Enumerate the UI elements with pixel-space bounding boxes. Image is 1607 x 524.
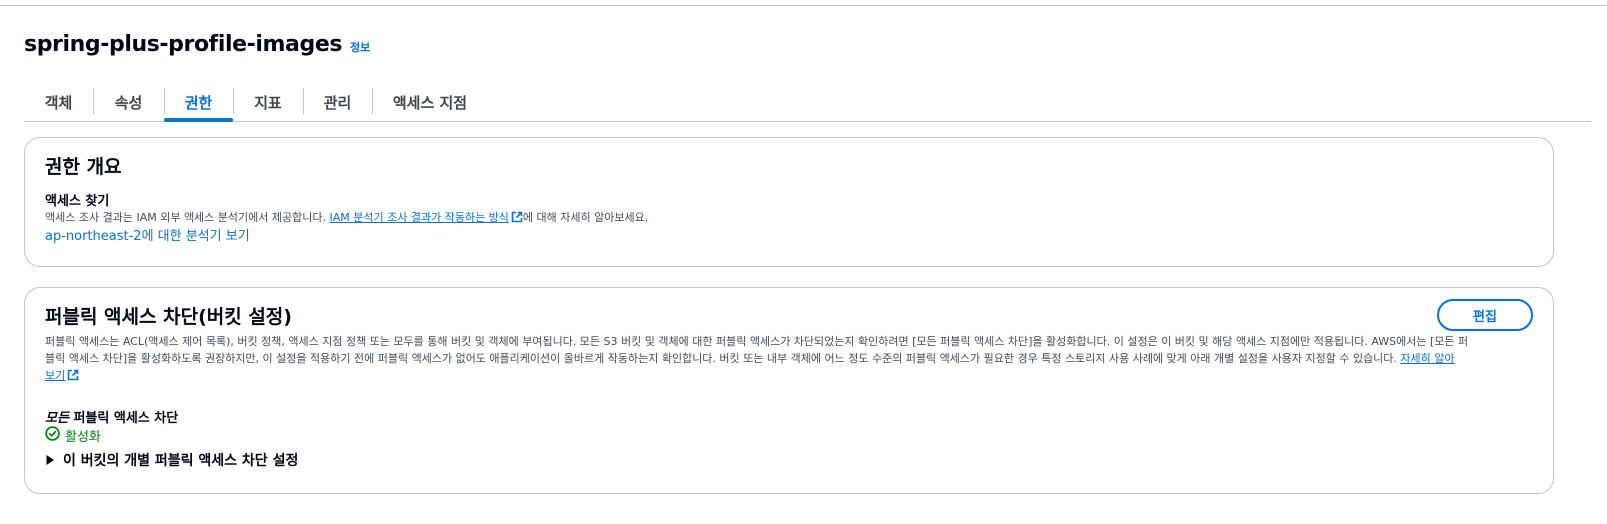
edit-button[interactable]: 편집 (1437, 299, 1533, 331)
access-finder-desc-text: 액세스 조사 결과는 IAM 외부 액세스 분석기에서 제공합니다. (45, 211, 330, 224)
tab-access-points[interactable]: 액세스 지점 (372, 84, 488, 121)
status-indicator: 활성화 (45, 426, 101, 445)
external-link-icon (511, 211, 523, 228)
tab-metrics[interactable]: 지표 (233, 84, 303, 121)
tab-management[interactable]: 관리 (303, 84, 372, 121)
desc-line-3: 보기 (45, 367, 1535, 386)
learn-more-link-start[interactable]: 자세히 알아 (1400, 352, 1454, 365)
info-link[interactable]: 정보 (350, 39, 370, 55)
desc-line-1: 퍼블릭 액세스는 ACL(액세스 제어 목록), 버킷 정책, 액세스 지점 정… (45, 335, 1469, 348)
individual-settings-expander[interactable]: 이 버킷의 개별 퍼블릭 액세스 차단 설정 (45, 450, 298, 470)
block-public-access-description: 퍼블릭 액세스는 ACL(액세스 제어 목록), 버킷 정책, 액세스 지점 정… (45, 333, 1535, 386)
block-all-public-access-label: 모든 퍼블릭 액세스 차단 (45, 411, 179, 426)
block-public-access-panel: 퍼블릭 액세스 차단(버킷 설정) 편집 퍼블릭 액세스는 ACL(액세스 제어… (24, 287, 1554, 494)
learn-more-link[interactable]: 보기 (45, 369, 79, 382)
desc-line-2: 블릭 액세스 차단]을 활성화하도록 권장하지만, 이 설정을 적용하기 전에 … (45, 352, 1455, 365)
top-divider (0, 5, 1607, 6)
status-text: 활성화 (65, 430, 101, 445)
caret-right-icon (45, 451, 55, 470)
block-public-access-title: 퍼블릭 액세스 차단(버킷 설정) (45, 306, 292, 328)
tab-bar: 객체 속성 권한 지표 관리 액세스 지점 (24, 84, 1591, 122)
permissions-overview-panel: 권한 개요 액세스 찾기 액세스 조사 결과는 IAM 외부 액세스 분석기에서… (24, 137, 1554, 267)
iam-analyzer-link[interactable]: IAM 분석기 조사 결과가 작동하는 방식 (330, 211, 523, 224)
check-circle-icon (45, 426, 60, 445)
page-header: spring-plus-profile-images 정보 (24, 32, 370, 57)
access-finder-title: 액세스 찾기 (45, 194, 110, 209)
analyzer-link-row: ap-northeast-2에 대한 분석기 보기 (45, 228, 250, 245)
tab-properties[interactable]: 속성 (93, 84, 164, 121)
access-finder-description: 액세스 조사 결과는 IAM 외부 액세스 분석기에서 제공합니다. IAM 분… (45, 209, 648, 228)
view-analyzer-link[interactable]: ap-northeast-2에 대한 분석기 보기 (45, 229, 250, 244)
tab-objects[interactable]: 객체 (24, 84, 93, 121)
tab-permissions[interactable]: 권한 (164, 84, 233, 122)
permissions-overview-title: 권한 개요 (45, 156, 122, 178)
page-title: spring-plus-profile-images (24, 32, 343, 57)
access-finder-desc-tail: 에 대해 자세히 알아보세요. (522, 211, 649, 224)
individual-settings-label: 이 버킷의 개별 퍼블릭 액세스 차단 설정 (63, 453, 299, 469)
external-link-icon (67, 369, 79, 386)
